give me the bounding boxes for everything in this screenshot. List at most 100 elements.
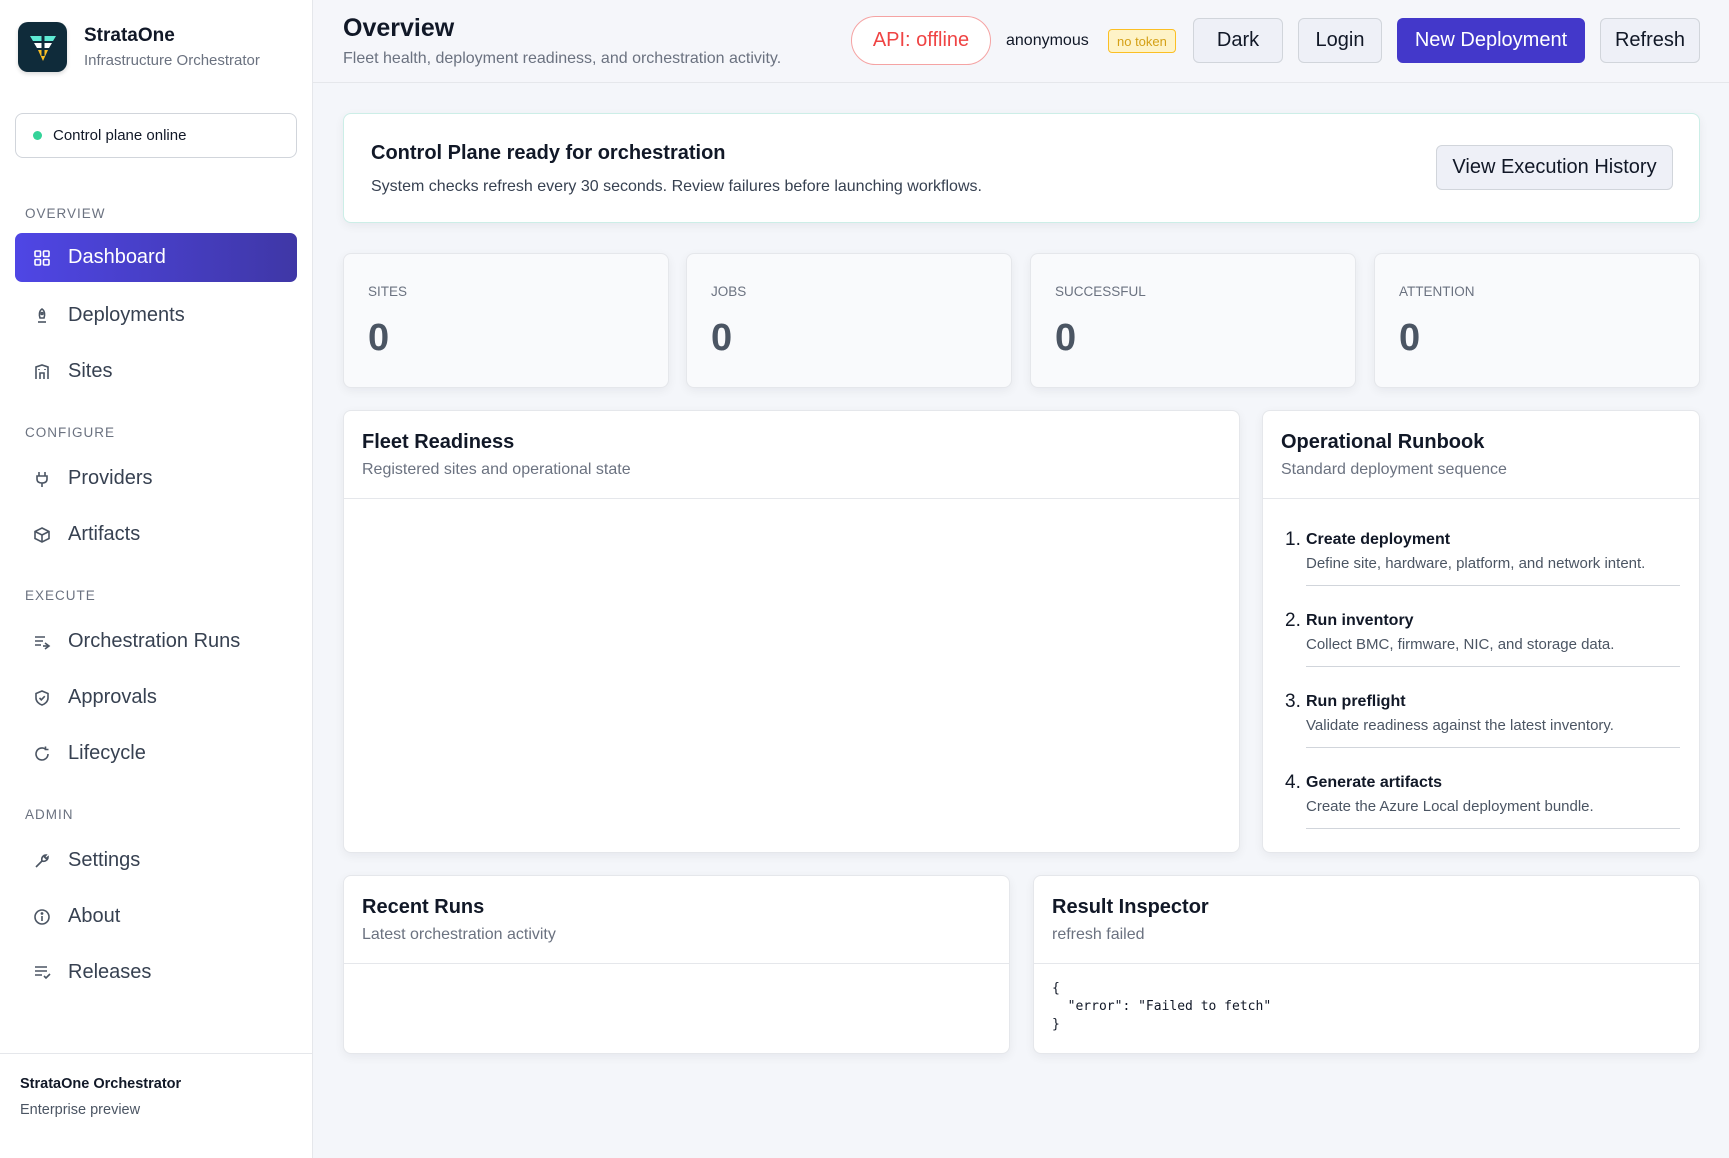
divider [1263, 498, 1699, 499]
operational-runbook-panel: Operational Runbook Standard deployment … [1262, 410, 1700, 853]
stat-card-attention: ATTENTION 0 [1374, 253, 1700, 388]
sidebar-item-about[interactable]: About [15, 892, 297, 941]
notes-icon [32, 963, 52, 983]
brand-logo-icon [18, 22, 67, 72]
sidebar-item-label: About [68, 905, 121, 927]
shield-check-icon [32, 688, 52, 708]
fleet-readiness-panel: Fleet Readiness Registered sites and ope… [343, 410, 1240, 853]
info-icon [32, 907, 52, 927]
refresh-icon [32, 744, 52, 764]
sidebar-item-label: Sites [68, 360, 113, 382]
sidebar-item-label: Dashboard [68, 246, 166, 268]
sidebar-footer: StrataOne Orchestrator Enterprise previe… [0, 1053, 313, 1158]
login-button[interactable]: Login [1298, 18, 1382, 63]
control-plane-status: Control plane online [15, 113, 297, 158]
stat-label: SITES [368, 284, 408, 299]
sidebar-item-label: Providers [68, 467, 153, 489]
panel-subtitle: refresh failed [1052, 926, 1145, 943]
panel-title: Operational Runbook [1281, 431, 1485, 453]
sidebar-item-label: Settings [68, 849, 141, 871]
stat-card-sites: SITES 0 [343, 253, 669, 388]
step-number: 1. [1285, 529, 1301, 550]
footer-subtitle: Enterprise preview [20, 1102, 141, 1118]
stat-card-jobs: JOBS 0 [686, 253, 1012, 388]
top-header: Overview Fleet health, deployment readin… [313, 0, 1729, 83]
step-description: Create the Azure Local deployment bundle… [1306, 798, 1594, 815]
result-output: { "error": "Failed to fetch" } [1052, 981, 1272, 1032]
sidebar-item-label: Artifacts [68, 523, 141, 545]
recent-runs-panel: Recent Runs Latest orchestration activit… [343, 875, 1010, 1054]
api-status-badge: API: offline [851, 16, 991, 65]
sidebar-item-artifacts[interactable]: Artifacts [15, 510, 297, 559]
step-title: Generate artifacts [1306, 774, 1443, 791]
panel-title: Result Inspector [1052, 896, 1209, 918]
sidebar-item-settings[interactable]: Settings [15, 836, 297, 885]
step-title: Run inventory [1306, 612, 1414, 629]
step-number: 2. [1285, 610, 1301, 631]
banner-title: Control Plane ready for orchestration [371, 142, 726, 164]
list-run-icon [32, 632, 52, 652]
footer-title: StrataOne Orchestrator [20, 1076, 182, 1092]
status-dot-icon [33, 131, 42, 140]
stat-label: JOBS [711, 284, 747, 299]
panel-title: Recent Runs [362, 896, 485, 918]
divider [344, 963, 1009, 964]
step-description: Define site, hardware, platform, and net… [1306, 555, 1646, 572]
result-inspector-panel: Result Inspector refresh failed { "error… [1033, 875, 1700, 1054]
brand[interactable]: StrataOne Infrastructure Orchestrator [18, 22, 260, 72]
nav-section-configure: CONFIGURE [25, 425, 115, 440]
page-title: Overview [343, 14, 455, 42]
brand-subtitle: Infrastructure Orchestrator [84, 52, 260, 69]
banner-subtitle: System checks refresh every 30 seconds. … [371, 178, 982, 195]
sidebar-item-sites[interactable]: Sites [15, 347, 297, 396]
step-description: Collect BMC, firmware, NIC, and storage … [1306, 636, 1615, 653]
dark-mode-button[interactable]: Dark [1193, 18, 1283, 63]
sidebar-item-releases[interactable]: Releases [15, 948, 297, 997]
divider [1306, 666, 1680, 667]
step-description: Validate readiness against the latest in… [1306, 717, 1614, 734]
step-number: 3. [1285, 691, 1301, 712]
divider [1306, 747, 1680, 748]
sidebar-item-label: Lifecycle [68, 742, 146, 764]
nav-section-overview: OVERVIEW [25, 206, 106, 221]
wrench-icon [32, 851, 52, 871]
cube-icon [32, 525, 52, 545]
panel-subtitle: Latest orchestration activity [362, 926, 556, 943]
stat-value: 0 [1399, 317, 1421, 359]
stat-value: 0 [368, 317, 390, 359]
panel-subtitle: Registered sites and operational state [362, 461, 631, 478]
sidebar-item-orchestration-runs[interactable]: Orchestration Runs [15, 617, 297, 666]
step-number: 4. [1285, 772, 1301, 793]
stat-label: SUCCESSFUL [1055, 284, 1146, 299]
sidebar-item-providers[interactable]: Providers [15, 454, 297, 503]
grid-icon [32, 248, 52, 268]
step-title: Create deployment [1306, 531, 1451, 548]
page-subtitle: Fleet health, deployment readiness, and … [343, 50, 782, 67]
step-title: Run preflight [1306, 693, 1406, 710]
refresh-button[interactable]: Refresh [1600, 18, 1700, 63]
sidebar-item-label: Approvals [68, 686, 157, 708]
rocket-icon [32, 306, 52, 326]
control-plane-banner: Control Plane ready for orchestration Sy… [343, 113, 1700, 223]
view-execution-history-button[interactable]: View Execution History [1436, 145, 1673, 190]
divider [1306, 828, 1680, 829]
sidebar: StrataOne Infrastructure Orchestrator Co… [0, 0, 313, 1158]
brand-name: StrataOne [84, 25, 175, 46]
stat-value: 0 [711, 317, 733, 359]
divider [1306, 585, 1680, 586]
panel-subtitle: Standard deployment sequence [1281, 461, 1507, 478]
new-deployment-button[interactable]: New Deployment [1397, 18, 1585, 63]
sidebar-item-dashboard[interactable]: Dashboard [15, 233, 297, 282]
user-label: anonymous [1006, 32, 1089, 49]
building-icon [32, 362, 52, 382]
stat-card-successful: SUCCESSFUL 0 [1030, 253, 1356, 388]
stat-label: ATTENTION [1399, 284, 1475, 299]
status-label: Control plane online [53, 127, 187, 144]
sidebar-item-lifecycle[interactable]: Lifecycle [15, 729, 297, 778]
panel-title: Fleet Readiness [362, 431, 515, 453]
sidebar-item-approvals[interactable]: Approvals [15, 673, 297, 722]
sidebar-item-label: Releases [68, 961, 152, 983]
sidebar-item-deployments[interactable]: Deployments [15, 291, 297, 340]
stat-value: 0 [1055, 317, 1077, 359]
divider [344, 498, 1239, 499]
